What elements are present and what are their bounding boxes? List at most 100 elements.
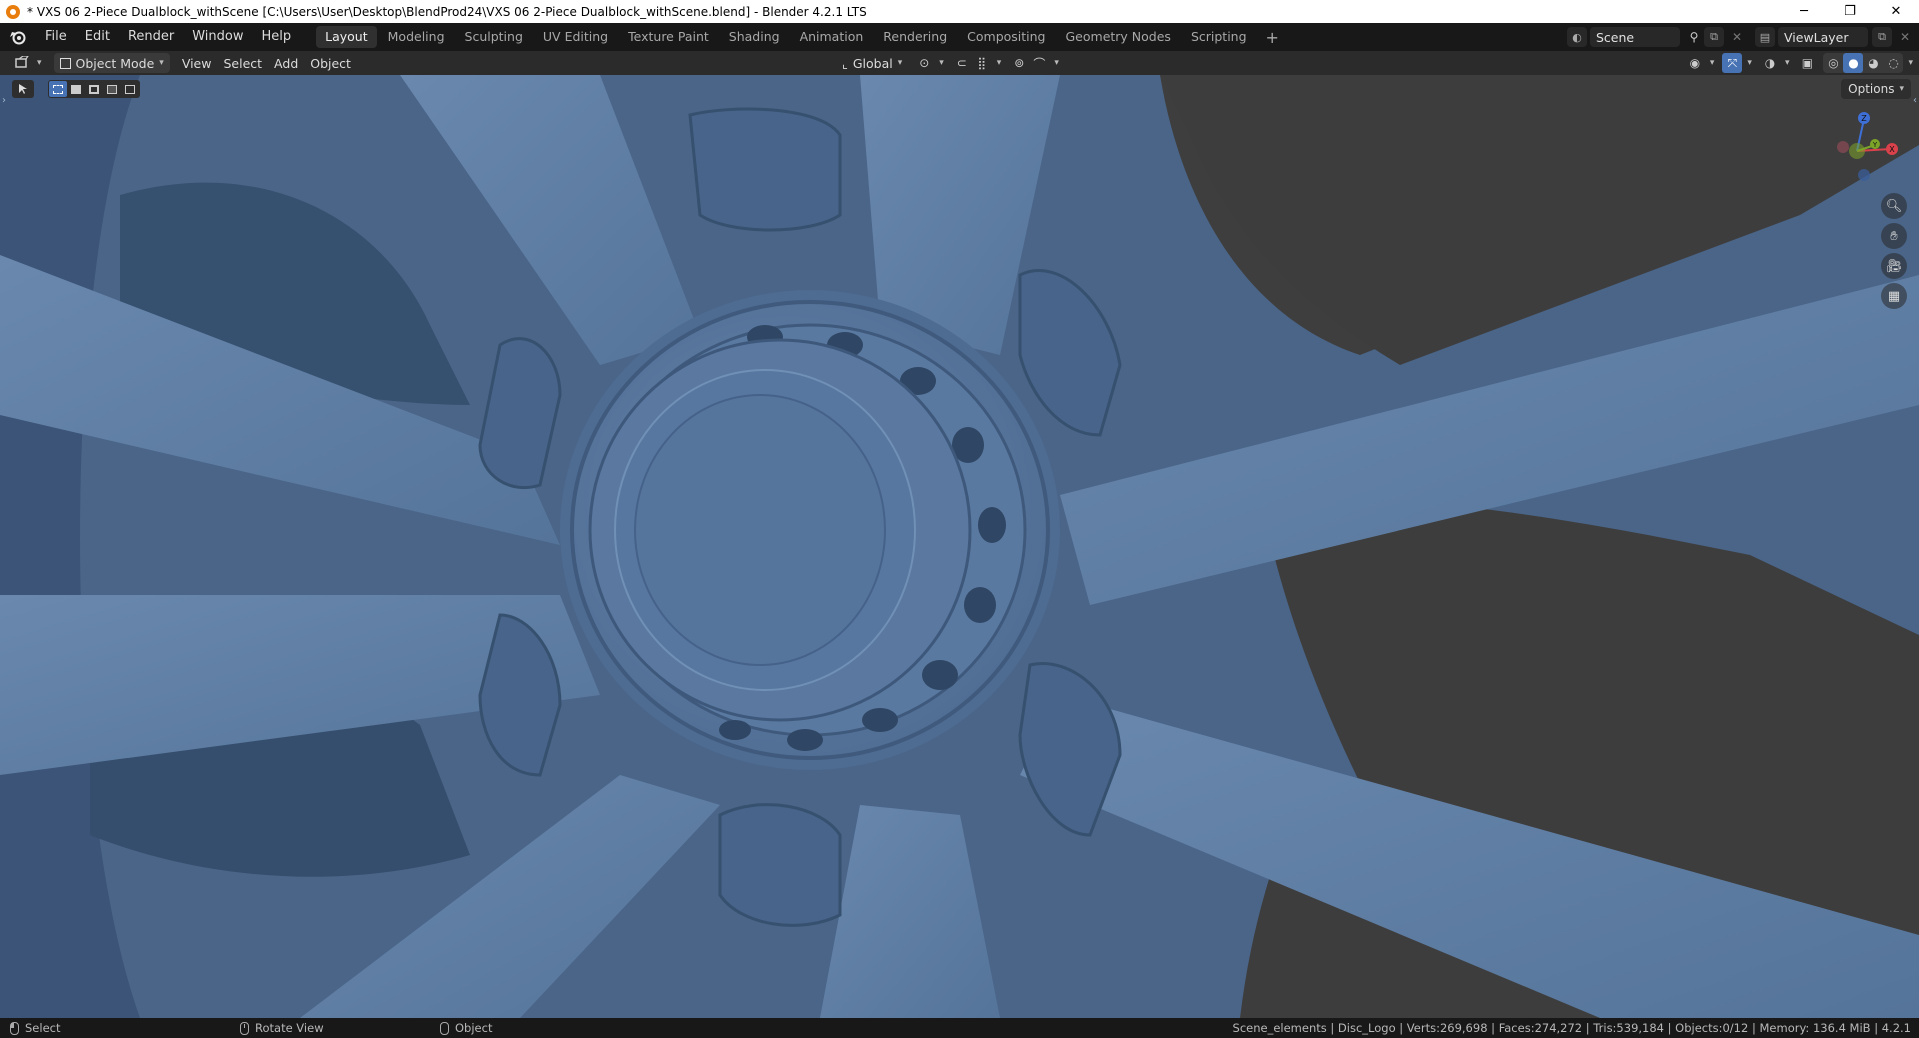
editor-type-icon [15, 56, 29, 68]
blender-logo-icon[interactable] [8, 27, 28, 47]
add-workspace-button[interactable]: + [1258, 28, 1287, 47]
menu-add[interactable]: Add [268, 53, 304, 73]
tab-modeling[interactable]: Modeling [379, 26, 454, 48]
select-subtract-icon[interactable] [85, 81, 103, 97]
tool-header [12, 80, 140, 98]
minimize-button[interactable]: ─ [1781, 0, 1827, 23]
chevron-down-icon: ▾ [897, 58, 903, 68]
chevron-down-icon[interactable]: ▾ [1747, 58, 1752, 68]
navigation-gizmo[interactable]: Z X Y [1827, 109, 1905, 187]
snap-icon[interactable]: ⊂ [952, 53, 972, 73]
new-scene-icon[interactable]: ⧉ [1704, 27, 1724, 47]
scene-selector-icon[interactable]: ◐ [1567, 27, 1587, 47]
overlays-icon[interactable]: ◑ [1760, 53, 1780, 73]
wireframe-shading-icon[interactable]: ◎ [1823, 53, 1843, 73]
transform-controls: ⌞ Global ▾ ⊙ ▾ ⊂ ⣿ ▾ ⊚ ⌒ ▾ [836, 53, 1059, 73]
chevron-down-icon[interactable]: ▾ [997, 58, 1002, 68]
xray-toggle-icon[interactable]: ▣ [1797, 53, 1817, 73]
visibility-icon[interactable]: ◉ [1685, 53, 1705, 73]
chevron-down-icon: ▾ [1899, 84, 1904, 94]
scene-name-field[interactable]: Scene [1590, 27, 1680, 47]
mode-dropdown[interactable]: Object Mode ▾ [53, 53, 170, 73]
topbar-right: ◐ Scene ⚲ ⧉ ✕ ▤ ViewLayer ⧉ ✕ [1567, 23, 1919, 51]
mouse-right-icon [440, 1021, 449, 1035]
gizmo-y-label: Y [1872, 141, 1878, 149]
status-select-hint: Select [10, 1021, 230, 1035]
select-tool-icon[interactable] [12, 80, 34, 98]
perspective-toggle-icon[interactable]: ▦ [1881, 283, 1907, 309]
menu-object[interactable]: Object [304, 53, 357, 73]
falloff-icon[interactable]: ⌒ [1029, 53, 1049, 73]
navigation-tools: 🔍︎ ✋︎ 🎥︎ ▦ [1881, 193, 1907, 313]
chevron-down-icon: ▾ [159, 58, 164, 68]
maximize-button[interactable]: ❐ [1827, 0, 1873, 23]
scene-statistics: Scene_elements | Disc_Logo | Verts:269,6… [1232, 1021, 1911, 1035]
tab-texture-paint[interactable]: Texture Paint [619, 26, 718, 48]
tab-scripting[interactable]: Scripting [1182, 26, 1256, 48]
rendered-shading-icon[interactable]: ◌ [1883, 53, 1903, 73]
select-intersect-icon[interactable] [121, 81, 139, 97]
pan-hand-icon[interactable]: ✋︎ [1881, 223, 1907, 249]
proportional-edit-icon[interactable]: ⊚ [1009, 53, 1029, 73]
new-view-layer-icon[interactable]: ⧉ [1872, 27, 1892, 47]
gizmo-toggle-icon[interactable]: ⤧ [1722, 53, 1743, 73]
status-rotate-hint: Rotate View [240, 1021, 430, 1035]
chevron-down-icon[interactable]: ▾ [1908, 58, 1913, 68]
status-object-hint: Object [440, 1021, 660, 1035]
gizmo-x-label: X [1889, 145, 1895, 154]
tab-sculpting[interactable]: Sculpting [456, 26, 532, 48]
material-preview-icon[interactable]: ◕ [1863, 53, 1883, 73]
menu-help[interactable]: Help [253, 23, 301, 51]
pin-icon[interactable]: ⚲ [1684, 27, 1704, 47]
solid-shading-icon[interactable]: ● [1843, 53, 1864, 73]
snap-grid-icon[interactable]: ⣿ [972, 53, 992, 73]
mouse-left-icon [10, 1021, 19, 1035]
status-object-label: Object [455, 1021, 493, 1035]
chevron-down-icon[interactable]: ▾ [1054, 58, 1059, 68]
tab-layout[interactable]: Layout [316, 26, 377, 48]
status-rotate-label: Rotate View [255, 1021, 324, 1035]
tab-uv-editing[interactable]: UV Editing [534, 26, 617, 48]
menu-file[interactable]: File [36, 23, 76, 51]
viewport-display-controls: ◉ ▾ ⤧ ▾ ◑ ▾ ▣ ◎ ● ◕ ◌ ▾ [1685, 53, 1913, 73]
view-layer-selector-icon[interactable]: ▤ [1755, 27, 1775, 47]
3d-viewport[interactable]: Options ▾ › ‹ Z X Y 🔍︎ ✋︎ 🎥︎ ▦ [0, 75, 1919, 1018]
delete-view-layer-icon[interactable]: ✕ [1895, 27, 1915, 47]
view-layer-name-field[interactable]: ViewLayer [1778, 27, 1868, 47]
select-new-icon[interactable] [49, 81, 67, 97]
status-bar: Select Rotate View Object Scene_elements… [0, 1018, 1919, 1038]
camera-view-icon[interactable]: 🎥︎ [1881, 253, 1907, 279]
menu-view[interactable]: View [176, 53, 218, 73]
close-button[interactable]: ✕ [1873, 0, 1919, 23]
tab-shading[interactable]: Shading [720, 26, 789, 48]
workspace-tabs: Layout Modeling Sculpting UV Editing Tex… [316, 26, 1287, 48]
select-invert-icon[interactable] [103, 81, 121, 97]
chevron-down-icon[interactable]: ▾ [1710, 58, 1715, 68]
tab-compositing[interactable]: Compositing [958, 26, 1054, 48]
editor-type-button[interactable]: ▾ [8, 53, 48, 73]
options-label: Options [1848, 82, 1895, 96]
options-dropdown[interactable]: Options ▾ [1841, 79, 1911, 99]
orientation-dropdown[interactable]: ⌞ Global ▾ [836, 53, 908, 73]
menu-render[interactable]: Render [119, 23, 183, 51]
chevron-down-icon[interactable]: ▾ [1785, 58, 1790, 68]
select-extend-icon[interactable] [67, 81, 85, 97]
chevron-down-icon[interactable]: ▾ [939, 58, 944, 68]
window-title-bar: * VXS 06 2-Piece Dualblock_withScene [C:… [0, 0, 1919, 23]
tab-geometry-nodes[interactable]: Geometry Nodes [1057, 26, 1180, 48]
menu-window[interactable]: Window [183, 23, 252, 51]
tab-animation[interactable]: Animation [791, 26, 873, 48]
chevron-down-icon: ▾ [37, 58, 42, 68]
shading-mode-group: ◎ ● ◕ ◌ [1823, 53, 1904, 73]
sidebar-expand-icon[interactable]: ‹ [1913, 95, 1917, 106]
gizmo-z-label: Z [1861, 114, 1867, 123]
zoom-icon[interactable]: 🔍︎ [1881, 193, 1907, 219]
blender-app-icon [6, 4, 20, 19]
toolbar-expand-icon[interactable]: › [2, 95, 6, 106]
menu-select[interactable]: Select [217, 53, 268, 73]
tab-rendering[interactable]: Rendering [874, 26, 956, 48]
menu-edit[interactable]: Edit [76, 23, 119, 51]
delete-scene-icon[interactable]: ✕ [1727, 27, 1747, 47]
pivot-point-icon[interactable]: ⊙ [914, 53, 934, 73]
wheel-model-render [0, 75, 1919, 1018]
